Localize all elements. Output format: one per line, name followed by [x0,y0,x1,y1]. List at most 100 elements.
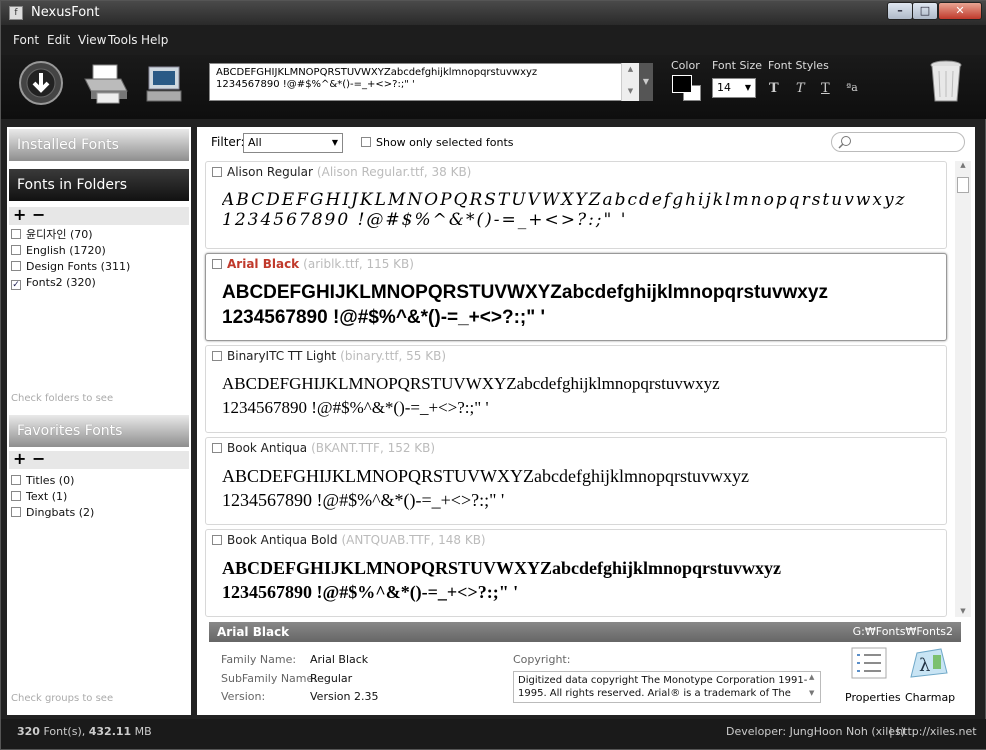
folder-item[interactable]: English (1720) [11,243,106,259]
trash-icon[interactable] [929,59,963,105]
folder-checkbox-checked[interactable]: ✓ [11,280,21,290]
folder-label: Fonts2 (320) [26,276,96,289]
foreground-color-swatch[interactable] [672,75,692,93]
italic-button[interactable]: T [796,81,805,96]
charmap-icon[interactable]: λ [907,645,951,681]
scroll-up-arrow[interactable]: ▲ [955,161,971,169]
group-checkbox[interactable] [11,491,21,501]
font-item-header: Book Antiqua Bold (ANTQUAB.TTF, 148 KB) [212,533,486,547]
search-input[interactable] [831,132,965,152]
close-button[interactable]: ✕ [938,2,982,20]
font-size-select[interactable]: 14 ▼ [712,78,756,98]
bold-button[interactable]: T [769,81,779,96]
font-file-info: (Alison Regular.ttf, 38 KB) [316,165,472,179]
remove-folder-button[interactable]: − [32,205,45,224]
font-preview-line2: 1234567890 !@#$%^&*()-=_+<>?:;" ' [222,398,489,417]
menu-tools[interactable]: Tools [108,33,138,47]
font-item-arial-black[interactable]: Arial Black (ariblk.ttf, 115 KB) ABCDEFGH… [205,253,947,341]
scroll-thumb[interactable] [957,177,969,193]
favorites-fonts-header[interactable]: Favorites Fonts [9,415,189,447]
menu-edit[interactable]: Edit [47,33,70,47]
group-item[interactable]: Dingbats (2) [11,505,94,521]
title-bar: f NexusFont – □ ✕ [1,1,986,25]
add-folder-button[interactable]: + [13,205,26,224]
font-count: 320 [17,725,40,738]
font-item-binaryitc-tt-light[interactable]: BinaryITC TT Light (binary.ttf, 55 KB) AB… [205,345,947,433]
website-link[interactable]: | http://xiles.net [889,725,977,738]
folders-hint: Check folders to see [11,393,114,404]
show-selected-option[interactable]: Show only selected fonts [361,136,514,149]
filter-select[interactable]: All ▼ [243,133,343,153]
font-checkbox[interactable] [212,167,222,177]
group-item[interactable]: Text (1) [11,489,67,505]
folder-label: English (1720) [26,244,106,257]
folder-item[interactable]: 윤디자인 (70) [11,227,93,243]
preview-icon[interactable] [145,65,183,105]
group-checkbox[interactable] [11,507,21,517]
folder-checkbox[interactable] [11,261,21,271]
sample-text-line1: ABCDEFGHIJKLMNOPQRSTUVWXYZabcdefghijklmn… [216,67,538,78]
copyright-label: Copyright: [513,653,571,666]
copyright-text: Digitized data copyright The Monotype Co… [513,671,821,703]
scroll-down-arrow[interactable]: ▼ [955,607,971,615]
properties-icon[interactable] [851,647,887,679]
font-item-alison-regular[interactable]: Alison Regular (Alison Regular.ttf, 38 KB… [205,161,947,249]
font-item-book-antiqua-bold[interactable]: Book Antiqua Bold (ANTQUAB.TTF, 148 KB) A… [205,529,947,617]
menu-help[interactable]: Help [141,33,168,47]
font-preview-line1: ABCDEFGHIJKLMNOPQRSTUVWXYZabcdefghijklmn… [222,558,782,578]
properties-button[interactable]: Properties [845,691,901,704]
folder-label: 윤디자인 (70) [26,228,93,241]
folder-checkbox[interactable] [11,229,21,239]
folder-checkbox[interactable] [11,245,21,255]
font-checkbox[interactable] [212,259,222,269]
show-selected-checkbox[interactable] [361,137,371,147]
app-icon: f [9,6,23,20]
font-file-info: (BKANT.TTF, 152 KB) [311,441,436,455]
font-checkbox[interactable] [212,535,222,545]
remove-group-button[interactable]: − [32,449,45,468]
font-checkbox[interactable] [212,443,222,453]
sample-history-dropdown[interactable]: ▼ [639,63,653,101]
font-item-book-antiqua[interactable]: Book Antiqua (BKANT.TTF, 152 KB) ABCDEFGH… [205,437,947,525]
font-preview: ABCDEFGHIJKLMNOPQRSTUVWXYZabcdefghijklmn… [222,372,946,420]
version-value: Version 2.35 [310,690,379,703]
sample-text-input[interactable]: ABCDEFGHIJKLMNOPQRSTUVWXYZabcdefghijklmn… [209,63,639,101]
underline-button[interactable]: T [821,81,830,96]
install-icon[interactable] [17,59,65,107]
font-item-header: BinaryITC TT Light (binary.ttf, 55 KB) [212,349,446,363]
font-checkbox[interactable] [212,351,222,361]
fonts-in-folders-header[interactable]: Fonts in Folders [9,169,189,201]
folder-label: Design Fonts (311) [26,260,131,273]
status-bar: 320 Font(s), 432.11 MB Developer: JungHo… [1,719,986,749]
menu-view[interactable]: View [78,33,106,47]
charmap-button[interactable]: Charmap [905,691,955,704]
folder-item[interactable]: Design Fonts (311) [11,259,130,275]
show-selected-label: Show only selected fonts [376,136,514,149]
minimize-button[interactable]: – [887,2,913,20]
font-size-label: Font Size [712,59,763,72]
font-list-panel: Filter: All ▼ Show only selected fonts Al… [197,127,975,715]
menu-font[interactable]: Font [13,33,39,47]
sample-text-scrollbar[interactable]: ▲ ▼ [621,63,639,101]
font-item-header: Book Antiqua (BKANT.TTF, 152 KB) [212,441,435,455]
installed-fonts-header[interactable]: Installed Fonts [9,129,189,161]
font-preview-line2: 1234567890 !@#$%^&*()-=_+<>?:;" ' [222,582,519,602]
font-preview-line1: ABCDEFGHIJKLMNOPQRSTUVWXYZabcdefghijklmn… [222,190,907,210]
font-list-scrollbar[interactable]: ▲ ▼ [955,161,971,617]
groups-hint: Check groups to see [11,693,114,704]
font-preview: ABCDEFGHIJKLMNOPQRSTUVWXYZabcdefghijklmn… [222,556,946,604]
font-preview-line2: 1234567890 !@#$%^&*()-=_+<>?:;" ' [222,307,546,328]
folder-item[interactable]: ✓ Fonts2 (320) [11,275,96,291]
copyright-scroll[interactable]: ▲ ▼ [809,673,814,697]
printer-icon[interactable] [83,63,129,105]
add-group-button[interactable]: + [13,449,26,468]
maximize-button[interactable]: □ [912,2,938,20]
font-preview-line2: 1234567890 !@#$%^&*()-=_+<>?:;" ' [222,490,505,510]
version-label: Version: [221,690,266,703]
case-button[interactable]: ªa [846,81,858,94]
font-preview: ABCDEFGHIJKLMNOPQRSTUVWXYZabcdefghijklmn… [222,464,946,512]
window-title: NexusFont [31,5,100,20]
group-checkbox[interactable] [11,475,21,485]
group-label: Titles (0) [26,474,75,487]
group-item[interactable]: Titles (0) [11,473,74,489]
